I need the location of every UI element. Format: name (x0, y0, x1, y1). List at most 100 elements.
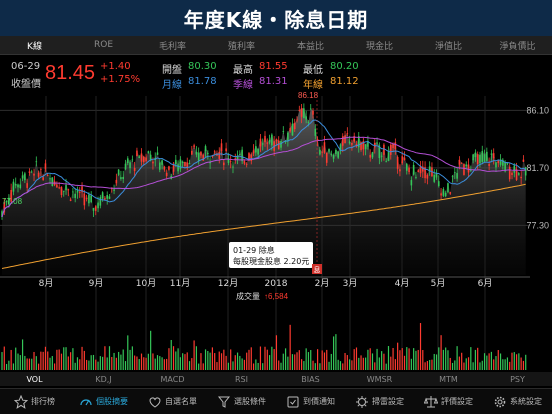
candle-body (131, 159, 134, 161)
candle-body (147, 151, 150, 154)
candle-body (266, 142, 269, 144)
volume-bar (191, 358, 193, 370)
volume-bar (202, 363, 204, 370)
volume-bar (193, 340, 195, 370)
volume-bar (504, 359, 506, 370)
volume-bar (248, 349, 250, 370)
high-value: 81.55 (259, 61, 288, 72)
volume-bar (499, 353, 502, 370)
tab-psy[interactable]: PSY (483, 375, 552, 384)
candle-body (232, 166, 234, 168)
volume-bar (49, 357, 51, 370)
volume-bar (198, 363, 200, 370)
volume-bar (458, 356, 460, 370)
x-tick-label: 5月 (431, 278, 446, 289)
volume-bar (305, 348, 307, 370)
candle-body (488, 163, 490, 166)
candle-body (140, 153, 143, 162)
volume-bar (255, 359, 257, 370)
volume-bar (474, 349, 476, 370)
volume-bar (257, 362, 259, 370)
candle-body (442, 189, 445, 196)
tab-kdj[interactable]: KD,J (69, 375, 138, 384)
stock-chart[interactable]: 86.10 81.70 77.30 8月 9月 10月 11月 12月 2018 2月 3月 4月 5月… (0, 92, 552, 370)
volume-bar (54, 363, 56, 370)
volume-bar (19, 355, 21, 370)
volume-bar (520, 357, 522, 370)
tab-rsi[interactable]: RSI (207, 375, 276, 384)
volume-bar (328, 361, 330, 370)
tab-mtm[interactable]: MTM (414, 375, 483, 384)
tab-bias[interactable]: BIAS (276, 375, 345, 384)
tab-pb-ratio[interactable]: 淨值比 (414, 39, 483, 52)
volume-bar (115, 357, 117, 370)
tab-dividend-yield[interactable]: 殖利率 (207, 39, 276, 52)
nav-settings[interactable]: 系統設定 (483, 395, 552, 409)
candle-body (94, 206, 97, 211)
volume-bar (106, 357, 108, 370)
candle-body (113, 189, 115, 191)
volume-value: ↑6,584 (264, 292, 289, 301)
tab-macd[interactable]: MACD (138, 375, 207, 384)
nav-minesweeper[interactable]: 掃雷設定 (345, 395, 414, 409)
candle-body (298, 110, 301, 112)
volume-bar (216, 362, 218, 370)
volume-bar (47, 351, 49, 370)
tab-pe-ratio[interactable]: 本益比 (276, 39, 345, 52)
volume-bar (495, 356, 497, 370)
volume-bar (86, 359, 88, 370)
open-value: 80.30 (188, 61, 217, 72)
tab-kline[interactable]: K線 (0, 39, 69, 52)
volume-bar (472, 362, 474, 370)
volume-bar (74, 362, 76, 370)
tab-wmsr[interactable]: WMSR (345, 375, 414, 384)
volume-bar (161, 357, 163, 370)
volume-bar (426, 361, 428, 370)
candle-body (479, 154, 481, 164)
volume-bar (220, 353, 223, 370)
nav-watchlist[interactable]: 自選名單 (138, 395, 207, 409)
volume-bar (28, 358, 31, 370)
ma-season-value: 81.31 (259, 76, 288, 87)
volume-bar (243, 359, 246, 370)
tab-roe[interactable]: ROE (69, 40, 138, 50)
nav-ranking[interactable]: 排行榜 (0, 394, 69, 409)
volume-bar (17, 353, 19, 370)
volume-bar (294, 354, 296, 370)
ma-year-label: 年線 (303, 80, 323, 91)
ma-year-value: 81.12 (330, 76, 359, 87)
volume-bar (230, 349, 232, 370)
tab-cash-ratio[interactable]: 現金比 (345, 39, 414, 52)
tab-net-debt-ratio[interactable]: 淨負債比 (483, 39, 552, 52)
candle-body (486, 151, 488, 161)
volume-bar (374, 362, 376, 370)
bell-icon (287, 396, 299, 407)
candle-body (351, 143, 353, 145)
volume-bar (51, 356, 53, 370)
volume-bars (1, 323, 527, 370)
volume-bar (447, 350, 449, 370)
volume-label: 成交量 (236, 291, 260, 301)
volume-bar (15, 347, 17, 370)
mine-icon (356, 395, 368, 408)
candle-body (282, 131, 285, 132)
volume-bar (353, 349, 355, 370)
volume-bar (397, 342, 399, 370)
candle-body (410, 180, 413, 186)
nav-price-alert[interactable]: 到價通知 (276, 395, 345, 409)
candle-body (449, 192, 452, 194)
volume-bar (497, 350, 499, 370)
volume-bar (40, 351, 42, 370)
candle-body (195, 151, 198, 155)
nav-stock-summary[interactable]: 個股摘要 (69, 395, 138, 409)
tab-vol[interactable]: VOL (0, 375, 69, 384)
candle-body (454, 171, 456, 173)
nav-valuation[interactable]: 評價設定 (414, 395, 483, 409)
tab-gross-margin[interactable]: 毛利率 (138, 39, 207, 52)
candle-body (161, 160, 163, 165)
volume-bar (118, 351, 120, 370)
nav-screening[interactable]: 選股條件 (207, 395, 276, 409)
tooltip-line2: 每股現金股息 2.20元 (233, 256, 309, 266)
candle-body (58, 187, 60, 189)
candle-body (383, 144, 385, 155)
